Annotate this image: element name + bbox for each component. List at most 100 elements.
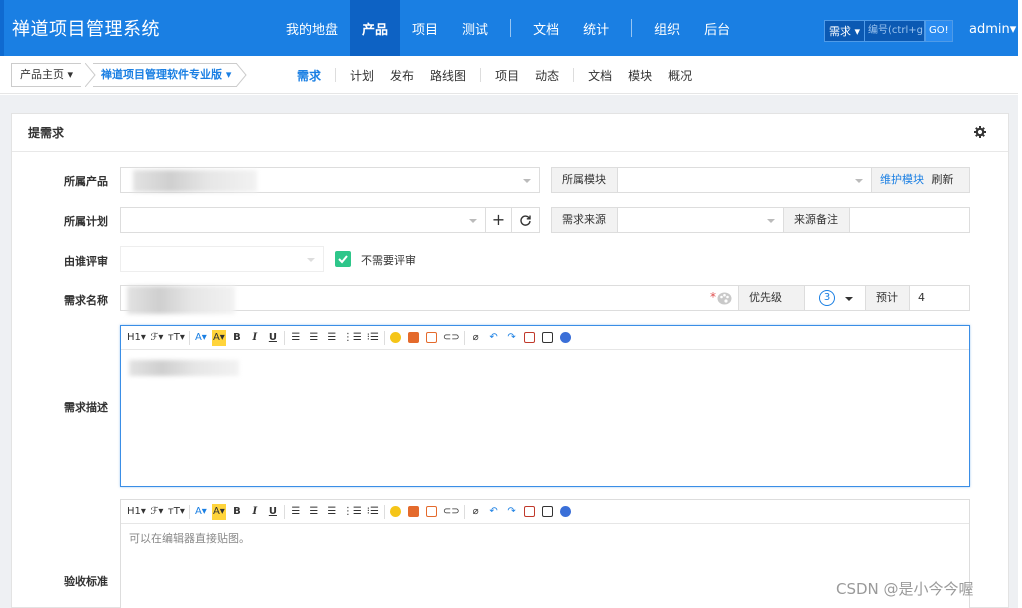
subnav-view[interactable]: 概况 <box>660 67 700 84</box>
clear-format-icon[interactable]: ⌀ <box>469 504 483 520</box>
nav-test[interactable]: 测试 <box>450 0 500 56</box>
desc-content-redacted <box>129 360 239 376</box>
product-label: 所属产品 <box>64 175 108 188</box>
template-icon[interactable] <box>541 330 555 346</box>
search-input[interactable]: 编号(ctrl+g) <box>865 20 926 42</box>
palette-icon[interactable] <box>717 291 732 306</box>
source-select[interactable] <box>617 207 784 233</box>
highlight-button[interactable]: A ▾ <box>211 503 226 520</box>
source-note-input[interactable] <box>849 207 970 233</box>
desc-editor[interactable]: H1 ▾ ℱ ▾ тT ▾ A ▾ A ▾ B I U ☰ ☰ ☰ ⋮☰ ⁝☰ ⊂⊃ ⌀ … <box>120 325 970 487</box>
link-icon[interactable]: ⊂⊃ <box>443 504 460 520</box>
chevron-down-icon <box>855 179 863 183</box>
font-family-button[interactable]: ℱ ▾ <box>150 330 164 346</box>
maintain-module-link[interactable]: 维护模块 <box>880 173 924 186</box>
undo-icon[interactable]: ↶ <box>487 330 501 346</box>
code-icon[interactable] <box>425 330 439 346</box>
user-menu[interactable]: admin▾ <box>969 22 1016 37</box>
nav-divider <box>631 19 633 37</box>
no-review-checkbox[interactable] <box>335 251 351 267</box>
nav-admin[interactable]: 后台 <box>692 0 742 56</box>
refresh-icon <box>520 215 531 226</box>
reviewer-label: 由谁评审 <box>64 255 108 268</box>
nav-project[interactable]: 项目 <box>400 0 450 56</box>
clear-format-icon[interactable]: ⌀ <box>469 330 483 346</box>
font-size-button[interactable]: тT ▾ <box>168 504 185 520</box>
highlight-button[interactable]: A ▾ <box>211 329 226 346</box>
refresh-plan-button[interactable] <box>511 207 540 233</box>
fullscreen-icon[interactable] <box>523 504 537 520</box>
nav-report[interactable]: 统计 <box>571 0 621 56</box>
toolbar-divider <box>383 504 385 519</box>
subnav-story[interactable]: 需求 <box>289 67 329 84</box>
font-size-button[interactable]: тT ▾ <box>168 330 185 346</box>
align-left-icon[interactable]: ☰ <box>289 330 303 346</box>
add-plan-button[interactable]: + <box>485 207 512 233</box>
code-icon[interactable] <box>425 504 439 520</box>
unordered-list-icon[interactable]: ⁝☰ <box>366 330 380 346</box>
image-icon[interactable] <box>407 330 421 346</box>
product-select[interactable] <box>120 167 540 193</box>
ordered-list-icon[interactable]: ⋮☰ <box>343 504 362 520</box>
priority-select[interactable]: 3 <box>804 285 866 311</box>
fullscreen-icon[interactable] <box>523 330 537 346</box>
align-center-icon[interactable]: ☰ <box>307 330 321 346</box>
nav-company[interactable]: 组织 <box>642 0 692 56</box>
bold-button[interactable]: B <box>230 504 244 520</box>
template-icon[interactable] <box>541 504 555 520</box>
gear-icon[interactable] <box>974 126 986 138</box>
align-center-icon[interactable]: ☰ <box>307 504 321 520</box>
search-go-button[interactable]: GO! <box>925 20 953 42</box>
redo-icon[interactable]: ↷ <box>505 504 519 520</box>
font-color-button[interactable]: A ▾ <box>194 330 208 346</box>
redo-icon[interactable]: ↷ <box>505 330 519 346</box>
module-label: 所属模块 <box>551 167 618 193</box>
ordered-list-icon[interactable]: ⋮☰ <box>343 330 362 346</box>
story-name-input[interactable]: * <box>120 285 739 314</box>
reviewer-select[interactable] <box>120 246 324 272</box>
bold-button[interactable]: B <box>230 330 244 346</box>
search-type-select[interactable]: 需求 ▾ <box>824 20 866 42</box>
font-color-button[interactable]: A ▾ <box>194 504 208 520</box>
subnav-project[interactable]: 项目 <box>487 67 527 84</box>
nav-product[interactable]: 产品 <box>350 0 401 56</box>
unordered-list-icon[interactable]: ⁝☰ <box>366 504 380 520</box>
plus-icon: + <box>491 210 506 229</box>
subnav-plan[interactable]: 计划 <box>342 67 382 84</box>
image-icon[interactable] <box>407 504 421 520</box>
priority-label: 优先级 <box>738 285 805 311</box>
verify-label: 验收标准 <box>64 575 108 588</box>
subnav-dynamic[interactable]: 动态 <box>527 67 567 84</box>
breadcrumb-product-home[interactable]: 产品主页 ▾ <box>11 63 82 87</box>
story-name-redacted <box>127 286 235 314</box>
required-mark: * <box>710 290 716 304</box>
link-icon[interactable]: ⊂⊃ <box>443 330 460 346</box>
align-right-icon[interactable]: ☰ <box>325 504 339 520</box>
heading-button[interactable]: H1 ▾ <box>127 504 146 520</box>
align-left-icon[interactable]: ☰ <box>289 504 303 520</box>
estimate-input[interactable]: 4 <box>909 285 970 311</box>
underline-button[interactable]: U <box>266 504 280 520</box>
plan-select[interactable] <box>120 207 486 233</box>
heading-button[interactable]: H1 ▾ <box>127 330 146 346</box>
italic-button[interactable]: I <box>248 330 262 346</box>
subnav-release[interactable]: 发布 <box>382 67 422 84</box>
nav-my[interactable]: 我的地盘 <box>274 0 350 56</box>
refresh-link[interactable]: 刷新 <box>932 173 954 186</box>
help-icon[interactable] <box>559 504 573 520</box>
user-name: admin <box>969 22 1010 37</box>
italic-button[interactable]: I <box>248 504 262 520</box>
font-family-button[interactable]: ℱ ▾ <box>150 504 164 520</box>
subnav-module[interactable]: 模块 <box>620 67 660 84</box>
align-right-icon[interactable]: ☰ <box>325 330 339 346</box>
undo-icon[interactable]: ↶ <box>487 504 501 520</box>
breadcrumb-product[interactable]: 禅道项目管理软件专业版 ▾ <box>93 63 238 87</box>
emoji-icon[interactable] <box>389 504 403 520</box>
help-icon[interactable] <box>559 330 573 346</box>
nav-doc[interactable]: 文档 <box>521 0 571 56</box>
module-select[interactable] <box>617 167 872 193</box>
subnav-roadmap[interactable]: 路线图 <box>422 67 474 84</box>
underline-button[interactable]: U <box>266 330 280 346</box>
emoji-icon[interactable] <box>389 330 403 346</box>
subnav-doc[interactable]: 文档 <box>580 67 620 84</box>
